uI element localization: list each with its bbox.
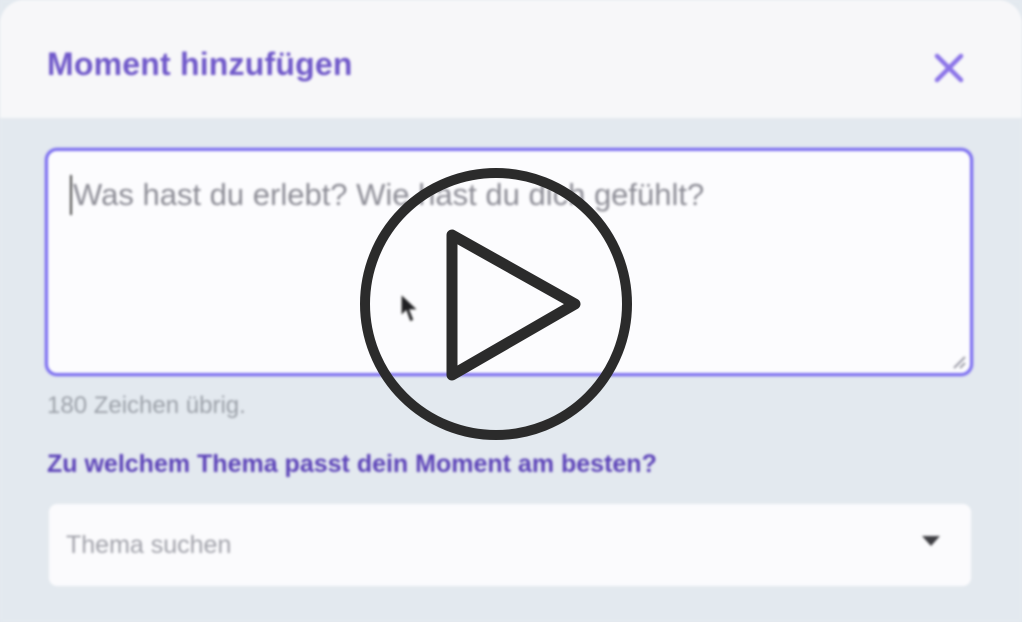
resize-handle-icon[interactable] <box>949 352 967 370</box>
character-counter: 180 Zeichen übrig. <box>47 392 246 419</box>
close-button[interactable] <box>928 47 970 89</box>
modal-header: Moment hinzufügen <box>0 0 1022 118</box>
modal-title: Moment hinzufügen <box>47 46 353 82</box>
play-icon <box>446 229 581 381</box>
topic-question: Zu welchem Thema passt dein Moment am be… <box>47 450 657 478</box>
play-button[interactable] <box>360 168 632 440</box>
topic-search-placeholder: Thema suchen <box>66 531 232 559</box>
video-frame: Moment hinzufügen Was hast du erlebt? Wi… <box>0 0 1022 622</box>
text-caret <box>70 175 72 215</box>
caret-down-icon <box>922 536 940 546</box>
topic-search-select[interactable]: Thema suchen <box>49 504 971 586</box>
close-icon <box>934 53 964 83</box>
